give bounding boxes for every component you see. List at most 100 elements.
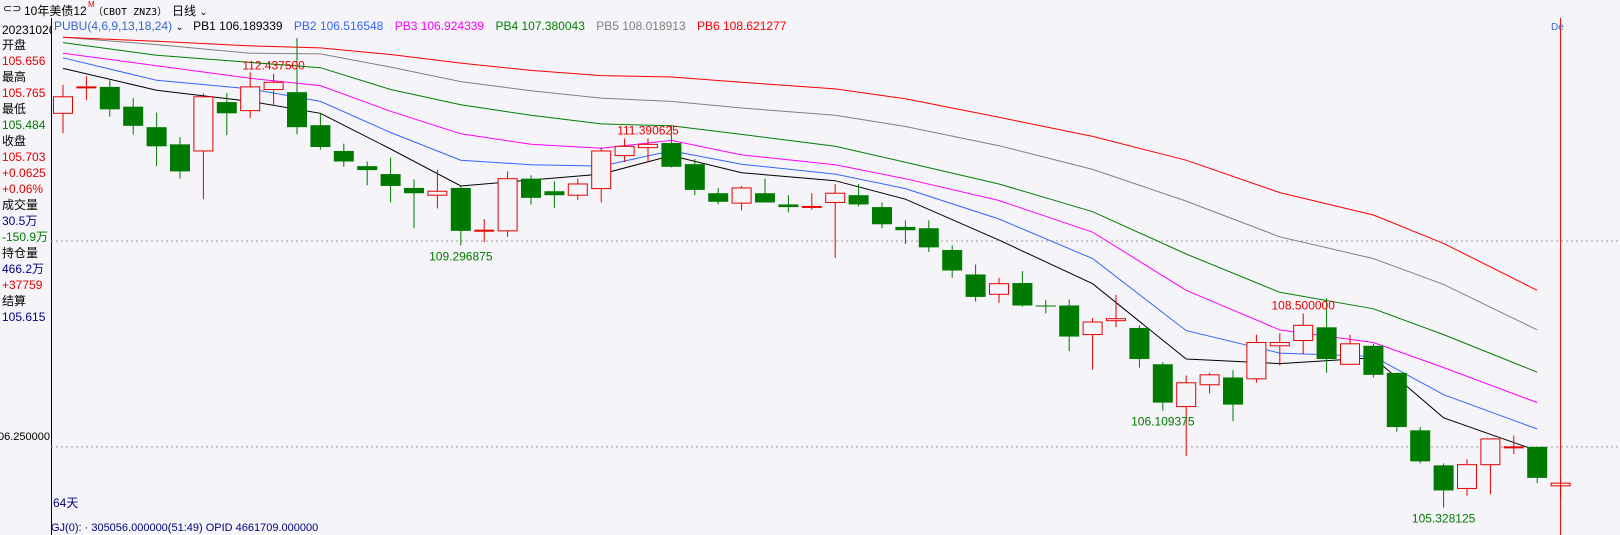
candle-body-down xyxy=(1527,446,1548,478)
candle-body-down xyxy=(661,143,682,167)
candle-body-up xyxy=(76,86,97,89)
candle-body-up xyxy=(731,187,752,204)
price-annotation: 108.500000 xyxy=(1271,298,1335,312)
candle-body-up xyxy=(427,190,448,196)
candle-body-down xyxy=(872,207,892,225)
candle-body-down xyxy=(1059,305,1080,337)
ma-line-pb1 xyxy=(62,67,1538,452)
price-annotation: 111.390625 xyxy=(617,123,679,137)
candle-body-up xyxy=(53,96,73,114)
candle-body-down xyxy=(1152,364,1173,403)
candle-body-down xyxy=(380,174,401,186)
price-annotation: 109.296875 xyxy=(429,249,493,263)
info-high-value: 105.765 xyxy=(2,86,46,100)
candle-body-down xyxy=(521,178,541,198)
y-axis-tick-label: 06.250000 xyxy=(0,431,50,443)
link-icon[interactable]: ⊂⊃ xyxy=(3,2,21,15)
candle-body-down xyxy=(216,102,237,114)
ma-line-pb6 xyxy=(62,36,1538,291)
candle-body-down xyxy=(1316,327,1337,360)
info-date: 20231026 xyxy=(2,23,52,37)
candle-body-up xyxy=(1269,341,1290,347)
legend-pb2: PB2 106.516548 xyxy=(293,19,384,33)
legend-pb4: PB4 107.380043 xyxy=(495,19,585,33)
price-annotation: 105.328125 xyxy=(1412,512,1476,526)
candle-body-down xyxy=(99,86,120,110)
candle-body-down xyxy=(357,166,378,171)
candle-body-up xyxy=(1082,321,1103,336)
ma-line-pb3 xyxy=(62,52,1538,404)
candle-body-down xyxy=(310,125,331,147)
candle-body-up xyxy=(1199,374,1220,386)
candle-body-up xyxy=(825,192,846,203)
info-settle-label: 结算 xyxy=(2,294,27,308)
info-change-pct: +0.06% xyxy=(2,182,44,196)
candle-body-down xyxy=(404,187,424,194)
candle-body-up xyxy=(1293,324,1314,342)
candle-body-down xyxy=(918,228,939,248)
bar-info-panel: 20231026 开盘 105.656 最高 105.765 最低 105.48… xyxy=(0,18,52,535)
candle-body-up xyxy=(989,283,1009,295)
candle-body-down xyxy=(965,274,986,297)
info-oi-value: 466.2万 xyxy=(2,262,45,276)
sub-indicator-bar: GJ(0): · 305056.000000(51:49) OPID 46617… xyxy=(51,522,318,534)
candle-body-up xyxy=(1176,382,1197,408)
candle-body-down xyxy=(1410,430,1431,462)
info-oi-change: +37759 xyxy=(2,278,43,292)
candle-body-down xyxy=(848,195,869,205)
candle-body-down xyxy=(123,106,144,126)
candle-body-up xyxy=(638,143,658,149)
indicator-legend: PUBU(4,6,9,13,18,24) ⌄ PB1 106.189339 PB… xyxy=(54,19,786,33)
candle-body-down xyxy=(755,193,775,203)
candle-body-up xyxy=(1246,341,1267,380)
candle-body-down xyxy=(684,164,705,190)
info-close-label: 收盘 xyxy=(2,134,27,148)
candle-body-down xyxy=(942,250,963,271)
candlestick-chart[interactable]: 112.437500 109.296875 111.390625 106.109375… xyxy=(51,0,1620,535)
candle-body-down xyxy=(1035,305,1056,307)
candle-body-up xyxy=(567,183,588,196)
candle-body-down xyxy=(778,204,799,208)
top-right-label: De xyxy=(1551,22,1564,33)
candle-body-up xyxy=(1457,464,1477,489)
info-low-value: 105.484 xyxy=(2,118,46,132)
info-close-value: 105.703 xyxy=(2,150,46,164)
candle-body-down xyxy=(1363,345,1384,375)
candle-body-up xyxy=(240,86,261,112)
info-oi-label: 持仓量 xyxy=(2,246,39,260)
info-volume-label: 成交量 xyxy=(2,198,39,212)
candle-body-up xyxy=(1480,438,1501,466)
ma-line-pb4 xyxy=(62,42,1538,373)
candle-body-up xyxy=(801,205,822,208)
candle-body-down xyxy=(1386,372,1407,428)
candle-body-up xyxy=(497,178,518,232)
info-open-label: 开盘 xyxy=(2,38,27,52)
candle-body-up xyxy=(591,150,612,190)
info-low-label: 最低 xyxy=(2,102,27,116)
candle-body-up xyxy=(614,145,635,157)
days-label: 64天 xyxy=(53,496,79,510)
candle-body-down xyxy=(1433,465,1454,491)
info-high-label: 最高 xyxy=(2,70,27,84)
ma-line-pb5 xyxy=(62,36,1538,331)
candle-body-up xyxy=(1340,343,1360,365)
candle-body-down xyxy=(544,191,565,196)
legend-pb5: PB5 108.018913 xyxy=(596,19,686,33)
candle-body-up xyxy=(1503,446,1524,449)
candle-body-down xyxy=(1129,327,1150,360)
legend-pb3: PB3 106.924339 xyxy=(394,19,485,33)
price-chart[interactable]: 112.437500 109.296875 111.390625 106.109375… xyxy=(51,0,1620,535)
candle-body-down xyxy=(1012,283,1033,306)
candle-body-down xyxy=(895,226,916,231)
candle-body-down xyxy=(450,187,471,231)
candle-body-up xyxy=(474,229,495,232)
candle-body-down xyxy=(1223,377,1243,405)
candle-body-up xyxy=(193,96,214,152)
chevron-down-icon[interactable]: ⌄ xyxy=(175,22,183,33)
price-annotation: 106.109375 xyxy=(1131,415,1195,429)
info-open-value: 105.656 xyxy=(2,54,46,68)
ma-line-pb2 xyxy=(62,57,1538,430)
info-settle-value: 105.615 xyxy=(2,310,46,324)
indicator-name[interactable]: PUBU(4,6,9,13,18,24) xyxy=(54,19,172,33)
candle-body-down xyxy=(708,193,729,202)
